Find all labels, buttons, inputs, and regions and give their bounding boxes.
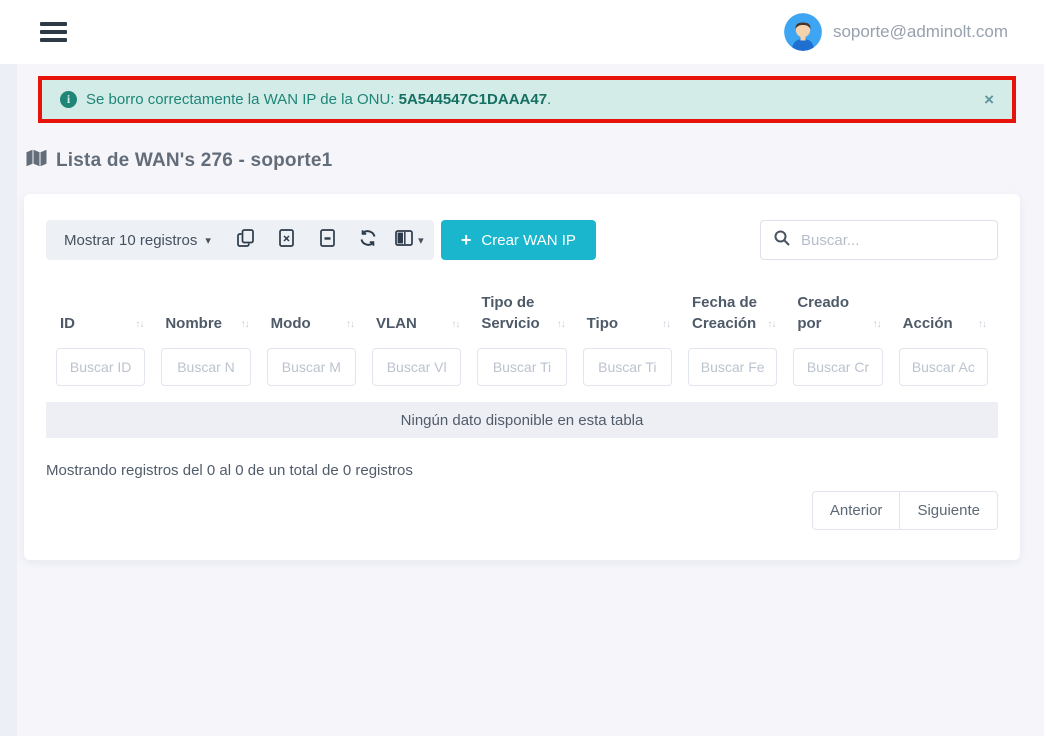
alert-onu-code: 5A544547C1DAAA47: [399, 91, 547, 108]
user-avatar: [784, 13, 822, 51]
sort-icon[interactable]: ↑↓: [662, 318, 670, 334]
previous-page-button[interactable]: Anterior: [812, 491, 900, 530]
tool-strip: Mostrar 10 registros ▾: [46, 220, 434, 260]
column-header-tipo-servicio[interactable]: Tipo de Servicio ↑↓: [477, 288, 566, 344]
column-header-tipo[interactable]: Tipo ↑↓: [583, 288, 672, 344]
table-toolbar: Mostrar 10 registros ▾: [46, 220, 998, 260]
alert-message: Se borro correctamente la WAN IP de la O…: [86, 91, 551, 108]
column-filter-row: [46, 348, 998, 386]
hamburger-menu-icon[interactable]: [40, 18, 67, 46]
next-page-button[interactable]: Siguiente: [899, 491, 998, 530]
column-visibility-button[interactable]: ▾: [389, 220, 430, 260]
sort-icon[interactable]: ↑↓: [978, 318, 986, 334]
user-menu[interactable]: soporte@adminolt.com: [774, 7, 1018, 57]
copy-icon: [237, 229, 254, 252]
search-box: [760, 220, 998, 260]
plus-icon: +: [461, 231, 472, 249]
table-info-text: Mostrando registros del 0 al 0 de un tot…: [46, 462, 998, 479]
copy-button[interactable]: [225, 220, 266, 260]
filter-input-tipo[interactable]: [583, 348, 672, 386]
filter-input-nombre[interactable]: [161, 348, 250, 386]
sort-icon[interactable]: ↑↓: [346, 318, 354, 334]
export-excel-button[interactable]: [266, 220, 307, 260]
page-length-dropdown[interactable]: Mostrar 10 registros ▾: [50, 220, 225, 260]
sort-icon[interactable]: ↑↓: [451, 318, 459, 334]
filter-input-modo[interactable]: [267, 348, 356, 386]
map-icon: [26, 149, 47, 172]
sort-icon[interactable]: ↑↓: [241, 318, 249, 334]
create-wan-ip-button[interactable]: + Crear WAN IP: [441, 220, 596, 260]
page-title-row: Lista de WAN's 276 - soporte1: [26, 149, 1044, 172]
annotation-highlight: i Se borro correctamente la WAN IP de la…: [38, 76, 1016, 123]
filter-input-creado-por[interactable]: [793, 348, 882, 386]
chevron-down-icon: ▾: [205, 234, 211, 247]
column-header-fecha-creacion[interactable]: Fecha de Creación ↑↓: [688, 288, 777, 344]
export-file-button[interactable]: [307, 220, 348, 260]
columns-icon: [395, 230, 413, 251]
refresh-icon: [359, 229, 377, 252]
user-email: soporte@adminolt.com: [833, 22, 1008, 42]
file-icon: [320, 229, 335, 252]
search-input[interactable]: [801, 232, 984, 249]
column-header-id[interactable]: ID ↑↓: [56, 288, 145, 344]
top-header: soporte@adminolt.com: [0, 0, 1044, 64]
wan-list-card: Mostrar 10 registros ▾: [24, 194, 1020, 560]
success-alert: i Se borro correctamente la WAN IP de la…: [42, 80, 1012, 119]
column-header-vlan[interactable]: VLAN ↑↓: [372, 288, 461, 344]
filter-input-accion[interactable]: [899, 348, 988, 386]
sort-icon[interactable]: ↑↓: [557, 318, 565, 334]
left-gutter: [0, 64, 17, 736]
table-empty-state: Ningún dato disponible en esta tabla: [46, 402, 998, 438]
column-header-nombre[interactable]: Nombre ↑↓: [161, 288, 250, 344]
page-title: Lista de WAN's 276 - soporte1: [56, 150, 332, 172]
sort-icon[interactable]: ↑↓: [873, 318, 881, 334]
table-header-row: ID ↑↓ Nombre ↑↓ Modo ↑↓ VLAN ↑↓ Tipo de …: [46, 288, 998, 344]
column-header-accion[interactable]: Acción ↑↓: [899, 288, 988, 344]
close-icon[interactable]: ×: [984, 91, 994, 108]
refresh-button[interactable]: [348, 220, 389, 260]
column-header-creado-por[interactable]: Creado por ↑↓: [793, 288, 882, 344]
filter-input-vlan[interactable]: [372, 348, 461, 386]
sort-icon[interactable]: ↑↓: [135, 318, 143, 334]
search-icon: [774, 230, 790, 251]
filter-input-fecha[interactable]: [688, 348, 777, 386]
filter-input-tipo-servicio[interactable]: [477, 348, 566, 386]
chevron-down-icon: ▾: [418, 234, 424, 247]
sort-icon[interactable]: ↑↓: [767, 318, 775, 334]
column-header-modo[interactable]: Modo ↑↓: [267, 288, 356, 344]
excel-icon: [279, 229, 294, 252]
info-icon: i: [60, 91, 77, 108]
pagination: Anterior Siguiente: [46, 491, 998, 530]
filter-input-id[interactable]: [56, 348, 145, 386]
